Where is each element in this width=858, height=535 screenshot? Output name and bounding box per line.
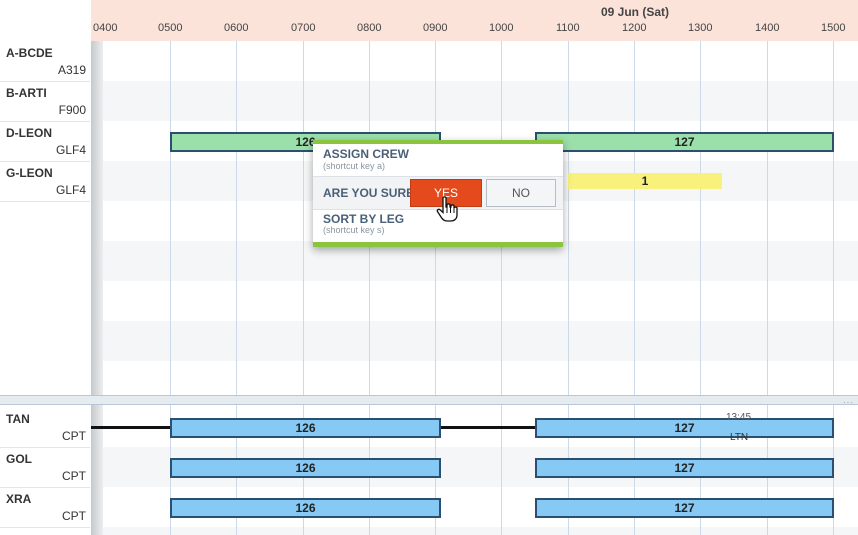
- assign-crew-menu-item[interactable]: ASSIGN CREW (shortcut key a): [313, 144, 563, 176]
- column-shadow: [91, 405, 103, 535]
- crew-row[interactable]: GOL CPT: [0, 447, 90, 488]
- crew-base: CPT: [62, 509, 86, 523]
- aircraft-row[interactable]: D-LEON GLF4: [0, 121, 90, 162]
- hour-gridline: [833, 41, 834, 395]
- annotation-airport: LTN: [730, 432, 749, 443]
- column-shadow: [91, 41, 103, 395]
- aircraft-row[interactable]: B-ARTI F900: [0, 81, 90, 122]
- crew-leg-bar-126[interactable]: 126: [170, 418, 441, 438]
- hand-pointer-icon: [436, 196, 458, 222]
- aircraft-type: A319: [57, 63, 86, 77]
- aircraft-registration: A-BCDE: [6, 46, 53, 60]
- annotation-time: 13:45: [726, 412, 752, 423]
- crew-leg-bar-126[interactable]: 126: [170, 458, 441, 478]
- hour-label: 1200: [622, 22, 647, 34]
- aircraft-row[interactable]: G-LEON GLF4: [0, 161, 90, 202]
- hour-label: 0600: [224, 22, 249, 34]
- flight-bar-1[interactable]: 1: [568, 173, 722, 189]
- crew-row[interactable]: TAN CPT: [0, 407, 90, 448]
- crew-leg-bar-127[interactable]: 127: [535, 458, 834, 478]
- crew-base: CPT: [62, 469, 86, 483]
- confirm-label: ARE YOU SURE?: [323, 186, 422, 200]
- hour-label: 0400: [93, 22, 118, 34]
- crew-code: GOL: [6, 452, 32, 466]
- crew-code: XRA: [6, 492, 32, 506]
- timeline-header: [91, 0, 858, 41]
- crew-duty-line: [441, 426, 535, 429]
- aircraft-type: GLF4: [55, 143, 86, 157]
- hour-gridline: [700, 41, 701, 395]
- splitter-grip-icon: ···: [843, 398, 854, 407]
- aircraft-registration: B-ARTI: [6, 86, 47, 100]
- hour-label: 1500: [821, 22, 846, 34]
- pane-splitter[interactable]: ···: [0, 395, 858, 407]
- crew-leg-bar-127[interactable]: 127: [535, 418, 834, 438]
- flight-bar-127[interactable]: 127: [535, 132, 834, 152]
- aircraft-registration: G-LEON: [6, 166, 53, 180]
- hour-label: 1400: [755, 22, 780, 34]
- hour-label: 0500: [158, 22, 183, 34]
- hour-gridline: [568, 41, 569, 395]
- sort-by-leg-label: SORT BY LEG: [323, 212, 405, 226]
- row-stripe: [91, 241, 858, 281]
- hour-gridline: [170, 41, 171, 395]
- hour-label: 0900: [423, 22, 448, 34]
- context-menu-popup: ASSIGN CREW (shortcut key a) ARE YOU SUR…: [313, 140, 563, 247]
- crew-duty-line: [91, 426, 170, 429]
- hour-gridline: [501, 405, 502, 535]
- hour-label: 0800: [357, 22, 382, 34]
- assign-crew-shortcut: (shortcut key a): [323, 161, 386, 171]
- aircraft-type: GLF4: [55, 183, 86, 197]
- hour-label: 1300: [688, 22, 713, 34]
- row-stripe: [91, 81, 858, 121]
- sort-by-leg-shortcut: (shortcut key s): [323, 225, 385, 235]
- aircraft-row[interactable]: A-BCDE A319: [0, 41, 90, 82]
- crew-leg-bar-127[interactable]: 127: [535, 498, 834, 518]
- hour-gridline: [303, 41, 304, 395]
- hour-gridline: [634, 41, 635, 395]
- aircraft-type: F900: [58, 103, 86, 117]
- hour-label: 1000: [489, 22, 514, 34]
- hour-gridline: [767, 41, 768, 395]
- no-button[interactable]: NO: [486, 179, 556, 207]
- crew-base: CPT: [62, 429, 86, 443]
- row-stripe: [91, 527, 858, 535]
- row-stripe: [91, 321, 858, 361]
- hour-label: 0700: [291, 22, 316, 34]
- timeline-date: 09 Jun (Sat): [601, 5, 670, 19]
- header-corner: [0, 0, 91, 42]
- crew-leg-bar-126[interactable]: 126: [170, 498, 441, 518]
- hour-gridline: [236, 41, 237, 395]
- assign-crew-label: ASSIGN CREW: [323, 147, 410, 161]
- aircraft-registration: D-LEON: [6, 126, 52, 140]
- crew-code: TAN: [6, 412, 30, 426]
- crew-row[interactable]: XRA CPT: [0, 487, 90, 528]
- hour-label: 1100: [556, 22, 580, 34]
